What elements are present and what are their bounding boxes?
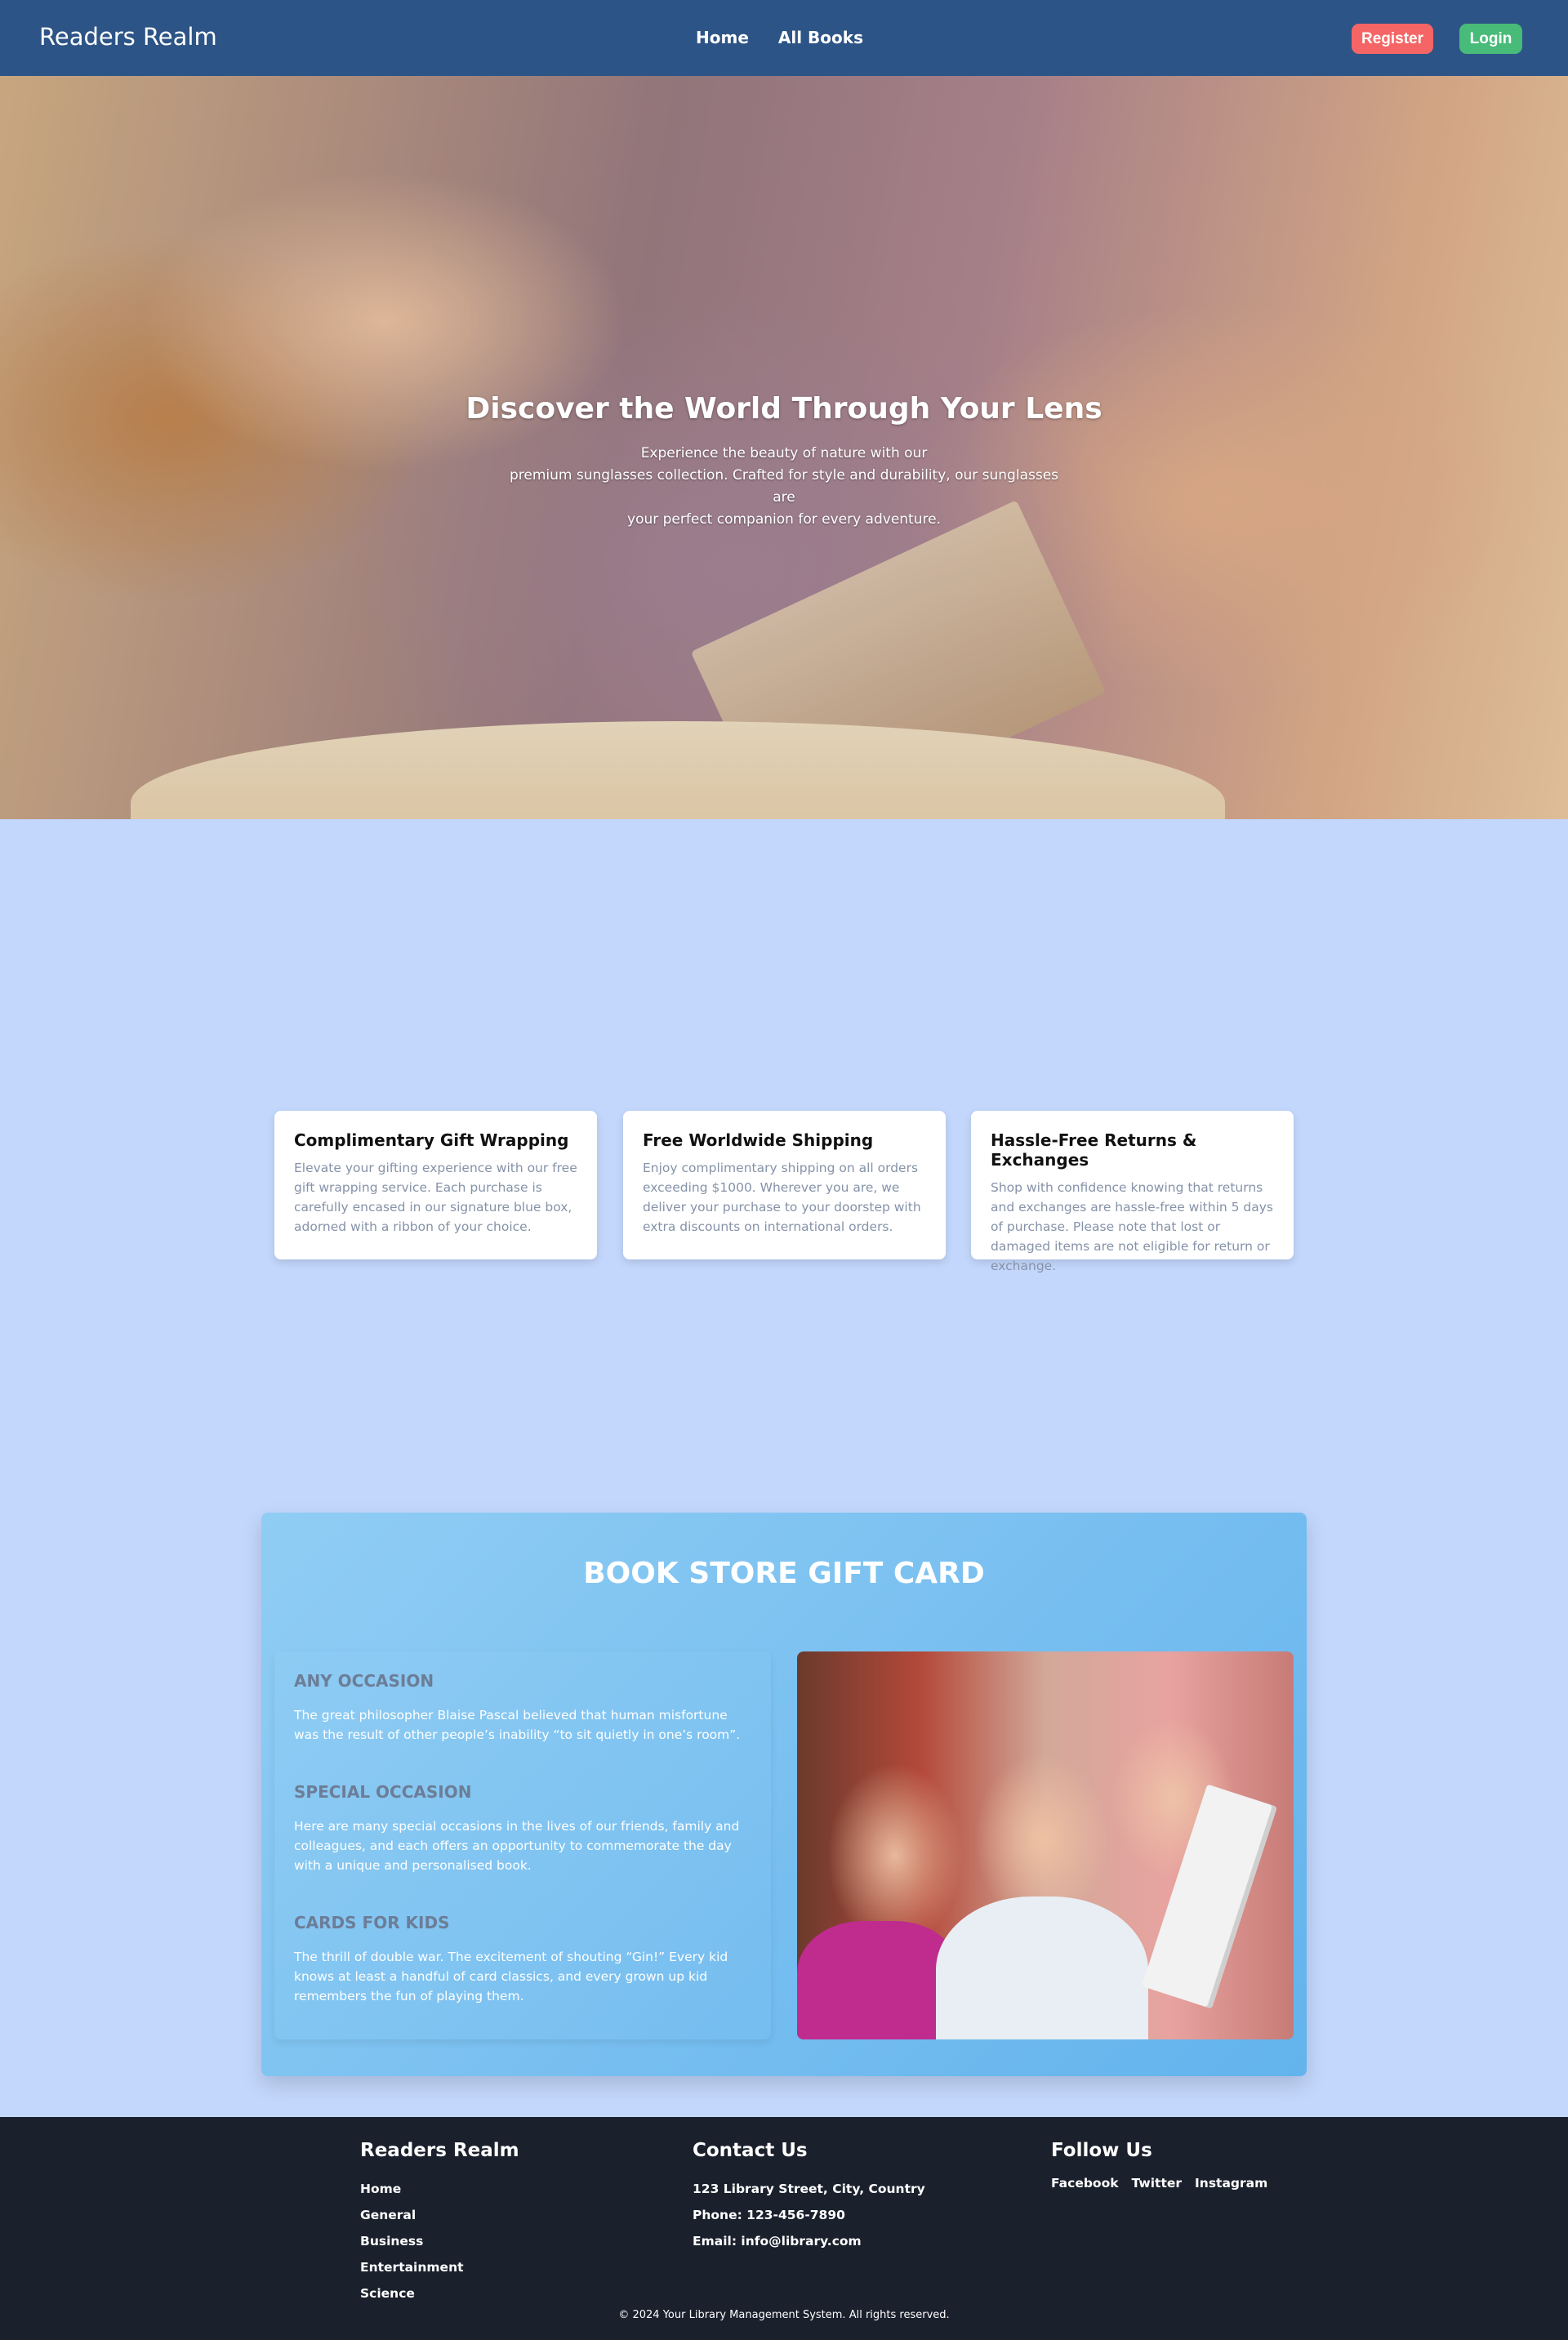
- footer-brand-column: Readers Realm Home General Business Ente…: [360, 2140, 519, 2307]
- hero-subtitle-line: premium sunglasses collection. Crafted f…: [509, 467, 1059, 506]
- feature-text: Elevate your gifting experience with our…: [294, 1161, 577, 1234]
- footer-link-general[interactable]: General: [360, 2202, 519, 2228]
- students-photo: [797, 1651, 1294, 2039]
- footer: Readers Realm Home General Business Ente…: [0, 2117, 1568, 2340]
- photo-book: [1142, 1784, 1277, 2009]
- login-button[interactable]: Login: [1459, 24, 1522, 54]
- feature-card-gift-wrapping: Complimentary Gift Wrapping Elevate your…: [274, 1111, 597, 1259]
- footer-follow-column: Follow Us Facebook Twitter Instagram: [1051, 2140, 1267, 2191]
- nav-link-all-books[interactable]: All Books: [778, 28, 863, 47]
- social-link-instagram[interactable]: Instagram: [1195, 2176, 1267, 2191]
- occasion-text: The great philosopher Blaise Pascal beli…: [294, 1708, 741, 1742]
- footer-address: 123 Library Street, City, Country: [693, 2182, 925, 2196]
- social-link-facebook[interactable]: Facebook: [1051, 2176, 1119, 2191]
- footer-link-science[interactable]: Science: [360, 2280, 519, 2307]
- footer-phone: Phone: 123-456-7890: [693, 2208, 845, 2222]
- nav-links: Home All Books: [696, 28, 863, 47]
- occasion-special: SPECIAL OCCASION Here are many special o…: [294, 1782, 751, 1875]
- occasion-heading: SPECIAL OCCASION: [294, 1782, 472, 1802]
- footer-brand: Readers Realm: [360, 2140, 519, 2161]
- feature-text: Enjoy complimentary shipping on all orde…: [643, 1161, 921, 1234]
- footer-link-home[interactable]: Home: [360, 2176, 519, 2202]
- footer-contact-column: Contact Us 123 Library Street, City, Cou…: [693, 2140, 925, 2254]
- footer-link-entertainment[interactable]: Entertainment: [360, 2254, 519, 2280]
- photo-figure: [936, 1897, 1148, 2039]
- feature-card-shipping: Free Worldwide Shipping Enjoy compliment…: [623, 1111, 946, 1259]
- register-button[interactable]: Register: [1352, 24, 1433, 54]
- occasion-heading: ANY OCCASION: [294, 1671, 434, 1691]
- hero-subtitle: Experience the beauty of nature with our…: [506, 443, 1062, 531]
- footer-follow-title: Follow Us: [1051, 2140, 1152, 2161]
- gift-card-title: BOOK STORE GIFT CARD: [583, 1557, 985, 1590]
- occasion-text: The thrill of double war. The excitement…: [294, 1950, 728, 2003]
- gift-card-section: BOOK STORE GIFT CARD ANY OCCASION The gr…: [261, 1513, 1307, 2076]
- occasion-any: ANY OCCASION The great philosopher Blais…: [294, 1671, 751, 1745]
- hero-subtitle-line: Experience the beauty of nature with our: [640, 445, 928, 461]
- brand-logo[interactable]: Readers Realm: [39, 23, 217, 51]
- footer-link-business[interactable]: Business: [360, 2228, 519, 2254]
- feature-title: Free Worldwide Shipping: [643, 1130, 874, 1150]
- footer-contact-title: Contact Us: [693, 2140, 808, 2161]
- hero-section: Discover the World Through Your Lens Exp…: [0, 76, 1568, 819]
- occasion-text: Here are many special occasions in the l…: [294, 1819, 740, 1873]
- feature-text: Shop with confidence knowing that return…: [991, 1180, 1274, 1273]
- hero-title: Discover the World Through Your Lens: [466, 392, 1102, 426]
- feature-card-returns: Hassle-Free Returns & Exchanges Shop wit…: [971, 1111, 1294, 1273]
- feature-title: Hassle-Free Returns & Exchanges: [991, 1130, 1197, 1170]
- occasion-kids: CARDS FOR KIDS The thrill of double war.…: [294, 1913, 751, 2006]
- occasions-panel: ANY OCCASION The great philosopher Blais…: [274, 1651, 771, 2039]
- navbar: Readers Realm Home All Books Register Lo…: [0, 0, 1568, 76]
- copyright-text: © 2024 Your Library Management System. A…: [618, 2309, 950, 2321]
- occasion-heading: CARDS FOR KIDS: [294, 1913, 450, 1932]
- nav-link-home[interactable]: Home: [696, 28, 749, 47]
- social-link-twitter[interactable]: Twitter: [1132, 2176, 1182, 2191]
- footer-email[interactable]: Email: info@library.com: [693, 2228, 925, 2254]
- hero-subtitle-line: your perfect companion for every adventu…: [627, 511, 941, 528]
- feature-title: Complimentary Gift Wrapping: [294, 1130, 569, 1150]
- social-links: Facebook Twitter Instagram: [1051, 2176, 1267, 2191]
